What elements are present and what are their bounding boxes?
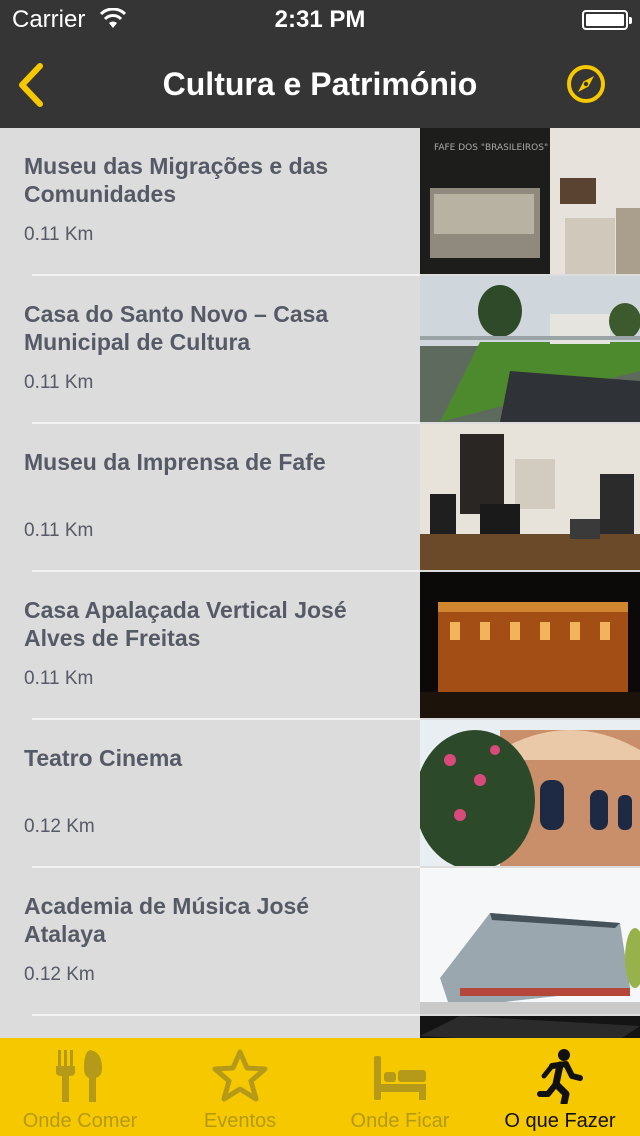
- list-item[interactable]: [0, 1016, 640, 1038]
- item-distance: 0.11 Km: [24, 668, 94, 689]
- page-title: Cultura e Património: [162, 66, 478, 102]
- tab-bar: Onde Comer Eventos Onde Ficar O que Faze…: [0, 1038, 640, 1136]
- clock: 2:31 PM: [274, 6, 366, 33]
- tab-label: O que Fazer: [504, 1110, 616, 1132]
- svg-text:FAFE DOS "BRASILEIROS": FAFE DOS "BRASILEIROS": [434, 143, 548, 153]
- walking-person-icon: [537, 1049, 583, 1104]
- item-distance: 0.11 Km: [24, 372, 94, 393]
- star-icon: [212, 1049, 268, 1102]
- item-distance: 0.12 Km: [24, 816, 95, 837]
- bed-icon: [374, 1056, 426, 1100]
- item-title: Academia de Música José Atalaya: [24, 893, 310, 947]
- tab-onde-ficar[interactable]: Onde Ficar: [320, 1038, 480, 1136]
- list-item[interactable]: Academia de Música José Atalaya 0.12 Km: [0, 868, 640, 1016]
- list-item[interactable]: Museu da Imprensa de Fafe 0.11 Km: [0, 424, 640, 572]
- tab-o-que-fazer[interactable]: O que Fazer: [480, 1038, 640, 1136]
- list-item[interactable]: Casa Apalaçada Vertical José Alves de Fr…: [0, 572, 640, 720]
- item-thumbnail: [420, 868, 640, 1014]
- places-list[interactable]: Museu das Migrações e das Comunidades 0.…: [0, 128, 640, 1038]
- tab-label: Onde Ficar: [350, 1110, 450, 1132]
- tab-onde-comer[interactable]: Onde Comer: [0, 1038, 160, 1136]
- item-distance: 0.12 Km: [24, 964, 95, 985]
- list-item[interactable]: Museu das Migrações e das Comunidades 0.…: [0, 128, 640, 276]
- battery-icon: [582, 10, 632, 30]
- item-title: Teatro Cinema: [24, 745, 183, 771]
- item-title: Museu da Imprensa de Fafe: [24, 449, 326, 475]
- tab-label: Eventos: [203, 1110, 277, 1132]
- fork-knife-icon: [56, 1050, 102, 1102]
- tab-eventos[interactable]: Eventos: [160, 1038, 320, 1136]
- header: Carrier 2:31 PM Cultura e Património: [0, 0, 640, 128]
- tab-label: Onde Comer: [22, 1110, 138, 1132]
- item-thumbnail: [420, 424, 640, 570]
- item-distance: 0.11 Km: [24, 224, 94, 245]
- item-thumbnail: [420, 572, 640, 718]
- item-distance: 0.11 Km: [24, 520, 94, 541]
- item-title: Casa do Santo Novo – Casa Municipal de C…: [24, 301, 329, 355]
- compass-button[interactable]: [566, 64, 606, 104]
- list-item[interactable]: Teatro Cinema 0.12 Km: [0, 720, 640, 868]
- item-thumbnail: [420, 276, 640, 422]
- item-title: Casa Apalaçada Vertical José Alves de Fr…: [24, 597, 347, 651]
- app-screen: Carrier 2:31 PM Cultura e Património Mus…: [0, 0, 640, 1136]
- list-item[interactable]: Casa do Santo Novo – Casa Municipal de C…: [0, 276, 640, 424]
- item-thumbnail: [420, 1016, 640, 1038]
- status-bar: Carrier 2:31 PM: [0, 0, 640, 40]
- item-thumbnail: FAFE DOS "BRASILEIROS": [420, 128, 640, 274]
- item-thumbnail: [420, 720, 640, 866]
- item-title: Museu das Migrações e das Comunidades: [24, 153, 329, 207]
